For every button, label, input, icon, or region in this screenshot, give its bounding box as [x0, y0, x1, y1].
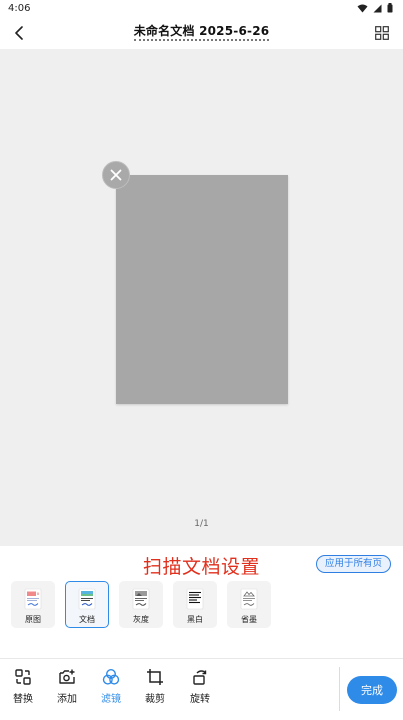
tool-label: 滤镜: [101, 694, 121, 705]
tool-label: 裁剪: [145, 694, 165, 705]
page-grid-button[interactable]: [373, 24, 391, 42]
filter-ink-saving[interactable]: 省墨: [227, 581, 271, 628]
filter-document[interactable]: 文档: [65, 581, 109, 628]
ink-saving-thumbnail-icon: [240, 588, 258, 610]
tool-filter[interactable]: 滤镜: [94, 667, 128, 705]
filter-original[interactable]: 原图: [11, 581, 55, 628]
battery-icon: [387, 3, 393, 13]
tool-rotate[interactable]: 旋转: [183, 667, 217, 705]
add-photo-icon: [59, 669, 75, 684]
back-button[interactable]: [9, 23, 29, 43]
rotate-icon: [193, 670, 207, 685]
document-thumbnail-icon: [78, 588, 96, 610]
status-bar: 4:06: [0, 0, 403, 16]
grid-icon: [375, 26, 389, 40]
chevron-left-icon: [15, 26, 23, 40]
toolbar-separator: [339, 667, 340, 711]
filter-label: 黑白: [187, 615, 203, 624]
wifi-icon: [357, 4, 368, 12]
grayscale-thumbnail-icon: [132, 588, 150, 610]
tool-label: 旋转: [190, 694, 210, 705]
close-icon: [110, 169, 122, 181]
filter-black-white[interactable]: 黑白: [173, 581, 217, 628]
filter-grayscale[interactable]: 灰度: [119, 581, 163, 628]
filter-list: 原图 文档 灰度 黑白 省墨: [11, 581, 271, 628]
tool-label: 添加: [57, 694, 77, 705]
filter-label: 灰度: [133, 615, 149, 624]
status-time: 4:06: [8, 2, 31, 14]
original-thumbnail-icon: [24, 588, 42, 610]
scan-settings-panel: 扫描文档设置 应用于所有页 原图 文档 灰度 黑白 省墨: [0, 546, 403, 658]
signal-icon: [373, 4, 382, 12]
bottom-toolbar: 替换 添加 滤镜 裁剪 旋转 完成: [0, 659, 403, 720]
tool-replace[interactable]: 替换: [6, 667, 40, 705]
filter-label: 原图: [25, 615, 41, 624]
preview-canvas: 1/1: [0, 49, 403, 546]
top-bar: 未命名文档 2025-6-26: [0, 16, 403, 49]
document-title[interactable]: 未命名文档 2025-6-26: [133, 24, 270, 41]
crop-icon: [147, 669, 163, 685]
apply-to-all-button[interactable]: 应用于所有页: [315, 555, 391, 573]
filter-icon: [102, 668, 120, 685]
page-counter: 1/1: [194, 519, 209, 529]
black-white-thumbnail-icon: [186, 588, 204, 610]
document-page-preview[interactable]: [116, 175, 288, 404]
tool-label: 替换: [13, 694, 33, 705]
replace-icon: [15, 669, 31, 685]
done-button[interactable]: 完成: [347, 676, 397, 704]
filter-label: 省墨: [241, 615, 257, 624]
delete-page-button[interactable]: [102, 161, 130, 189]
tool-crop[interactable]: 裁剪: [138, 667, 172, 705]
filter-label: 文档: [79, 615, 95, 624]
tool-add[interactable]: 添加: [50, 667, 84, 705]
status-icons: [357, 3, 393, 13]
